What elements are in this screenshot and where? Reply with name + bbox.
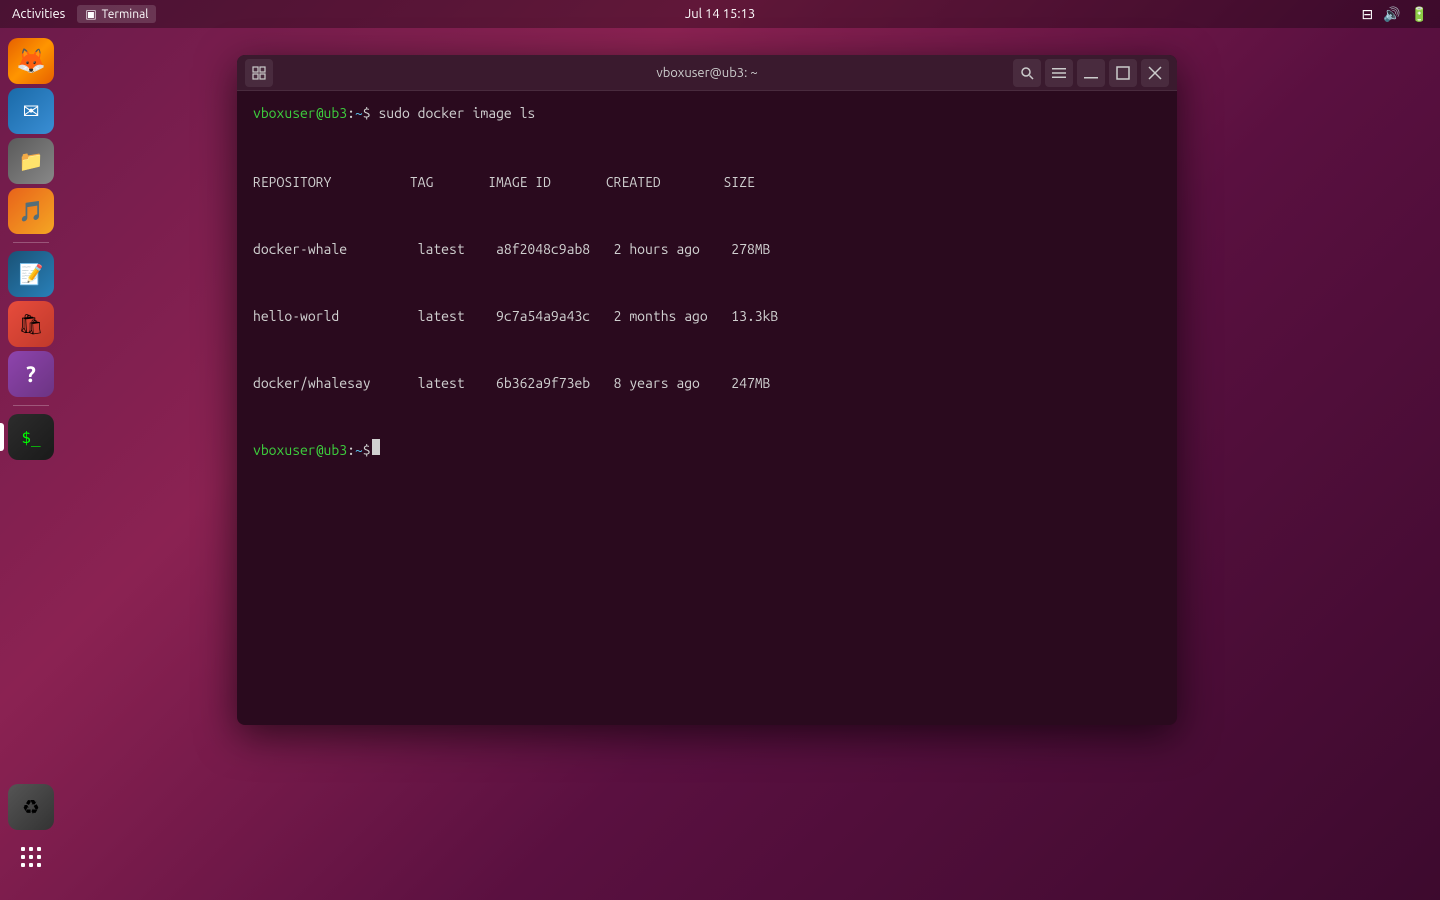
size-1: 278MB xyxy=(731,241,770,257)
id-2: 9c7a54a9a43c xyxy=(496,308,614,324)
terminal-window: vboxuser@ub3: ~ xyxy=(237,55,1177,725)
dock-separator-1 xyxy=(13,242,49,243)
dock-bottom: ♻ xyxy=(8,784,54,880)
active-dollar: $ xyxy=(363,440,371,461)
command-line: vboxuser@ub3:~$ sudo docker image ls xyxy=(253,103,1161,124)
active-prompt-user: vboxuser@ub3 xyxy=(253,440,347,461)
repo-2: hello-world xyxy=(253,308,418,324)
active-prompt-line: vboxuser@ub3:~$ xyxy=(253,439,1161,461)
terminal-taskbar-icon: ▣ xyxy=(85,7,96,21)
prompt-path: ~ xyxy=(355,103,363,124)
terminal-titlebar: vboxuser@ub3: ~ xyxy=(237,55,1177,91)
sidebar-item-writer[interactable]: 📝 xyxy=(8,251,54,297)
prompt-dollar: $ xyxy=(363,103,379,124)
created-3: 8 years ago xyxy=(614,375,732,391)
repo-1: docker-whale xyxy=(253,241,418,257)
col-tag: TAG xyxy=(410,174,488,190)
activities-button[interactable]: Activities xyxy=(12,7,65,21)
top-bar-right: ⊟ 🔊 🔋 xyxy=(1361,6,1428,23)
top-bar-left: Activities ▣ Terminal xyxy=(12,5,156,23)
col-repository: REPOSITORY xyxy=(253,174,410,190)
sidebar-item-music[interactable]: 🎵 xyxy=(8,188,54,234)
docker-output: REPOSITORY TAG IMAGE ID CREATED SIZE doc… xyxy=(253,126,1161,439)
top-bar: Activities ▣ Terminal Jul 14 15:13 ⊟ 🔊 🔋 xyxy=(0,0,1440,28)
sidebar-item-trash[interactable]: ♻ xyxy=(8,784,54,830)
col-created: CREATED xyxy=(606,174,724,190)
new-tab-button[interactable] xyxy=(245,59,273,87)
sidebar-item-help[interactable]: ? xyxy=(8,351,54,397)
col-imageid: IMAGE ID xyxy=(488,174,606,190)
cursor-block xyxy=(372,439,380,455)
close-button[interactable] xyxy=(1141,59,1169,87)
music-icon: 🎵 xyxy=(19,199,44,223)
prompt-user: vboxuser@ub3 xyxy=(253,103,347,124)
table-row: hello-world latest 9c7a54a9a43c 2 months… xyxy=(253,305,1161,327)
created-2: 2 months ago xyxy=(614,308,732,324)
id-1: a8f2048c9ab8 xyxy=(496,241,614,257)
help-icon: ? xyxy=(26,362,36,387)
terminal-content[interactable]: vboxuser@ub3:~$ sudo docker image ls REP… xyxy=(237,91,1177,725)
files-icon: 📁 xyxy=(19,149,44,173)
tag-3: latest xyxy=(418,375,496,391)
grid-icon xyxy=(19,845,43,869)
search-button[interactable] xyxy=(1013,59,1041,87)
id-3: 6b362a9f73eb xyxy=(496,375,614,391)
firefox-icon: 🦊 xyxy=(16,47,46,75)
sidebar-item-firefox[interactable]: 🦊 xyxy=(8,38,54,84)
prompt-colon: : xyxy=(347,103,355,124)
terminal-title: vboxuser@ub3: ~ xyxy=(656,66,757,80)
created-1: 2 hours ago xyxy=(614,241,732,257)
mail-icon: ✉ xyxy=(23,99,40,123)
network-icon: ⊟ xyxy=(1361,6,1373,23)
titlebar-controls xyxy=(1013,59,1169,87)
table-row: docker/whalesay latest 6b362a9f73eb 8 ye… xyxy=(253,372,1161,394)
menu-button[interactable] xyxy=(1045,59,1073,87)
tag-2: latest xyxy=(418,308,496,324)
terminal-taskbar-item[interactable]: ▣ Terminal xyxy=(77,5,156,23)
battery-icon: 🔋 xyxy=(1411,6,1428,23)
appstore-icon: 🛍 xyxy=(18,312,43,336)
trash-icon: ♻ xyxy=(22,795,40,819)
table-row: docker-whale latest a8f2048c9ab8 2 hours… xyxy=(253,238,1161,260)
col-size: SIZE xyxy=(723,174,754,190)
active-colon: : xyxy=(347,440,355,461)
size-2: 13.3kB xyxy=(731,308,778,324)
minimize-button[interactable] xyxy=(1077,59,1105,87)
sidebar-item-appstore[interactable]: 🛍 xyxy=(8,301,54,347)
table-header-row: REPOSITORY TAG IMAGE ID CREATED SIZE xyxy=(253,171,1161,193)
size-3: 247MB xyxy=(731,375,770,391)
command-text: sudo docker image ls xyxy=(378,103,535,124)
volume-icon: 🔊 xyxy=(1383,6,1400,23)
titlebar-left xyxy=(245,59,273,87)
dock-separator-2 xyxy=(13,405,49,406)
top-bar-datetime: Jul 14 15:13 xyxy=(685,7,755,21)
terminal-icon: $_ xyxy=(21,428,40,447)
active-path: ~ xyxy=(355,440,363,461)
repo-3: docker/whalesay xyxy=(253,375,418,391)
show-apps-button[interactable] xyxy=(8,834,54,880)
sidebar-dock: 🦊 ✉ 📁 🎵 📝 🛍 ? $_ ♻ xyxy=(0,28,62,900)
sidebar-item-mail[interactable]: ✉ xyxy=(8,88,54,134)
terminal-taskbar-label: Terminal xyxy=(102,8,149,21)
sidebar-item-files[interactable]: 📁 xyxy=(8,138,54,184)
writer-icon: 📝 xyxy=(19,262,44,286)
sidebar-item-terminal[interactable]: $_ xyxy=(8,414,54,460)
tag-1: latest xyxy=(418,241,496,257)
maximize-button[interactable] xyxy=(1109,59,1137,87)
